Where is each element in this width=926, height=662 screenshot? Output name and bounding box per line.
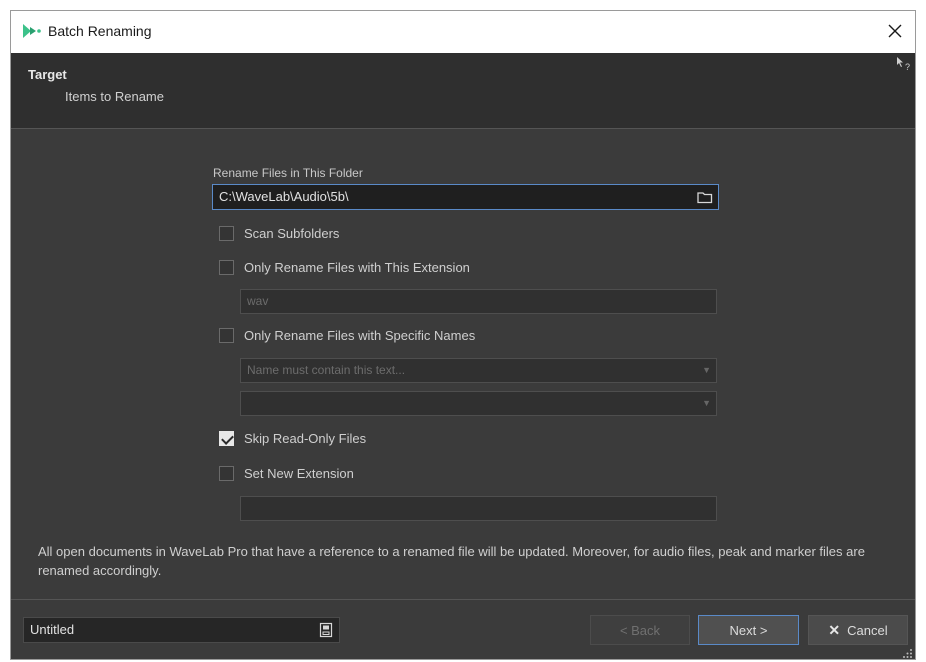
cancel-button[interactable]: ✕ Cancel [808,615,908,645]
page-header: Target Items to Rename ? [11,53,915,129]
resize-grip-icon[interactable] [903,647,913,658]
page-subtitle: Items to Rename [65,89,164,104]
chevron-down-icon: ▼ [702,365,711,375]
scan-subfolders-label: Scan Subfolders [244,226,340,241]
page-title: Target [28,67,67,82]
preset-name-input[interactable]: Untitled [23,617,340,643]
help-pointer-icon[interactable]: ? [895,56,913,72]
skip-readonly-label: Skip Read-Only Files [244,431,367,446]
title-bar: Batch Renaming [11,11,915,53]
only-specific-names-label: Only Rename Files with Specific Names [244,328,476,343]
window-title: Batch Renaming [48,23,152,39]
folder-label: Rename Files in This Folder [213,166,363,180]
only-specific-names-checkbox[interactable]: Only Rename Files with Specific Names [219,328,475,343]
name-filter-dropdown[interactable]: Name must contain this text... ▼ [240,358,717,383]
name-filter-placeholder: Name must contain this text... [247,363,406,377]
scan-subfolders-box[interactable] [219,226,234,241]
chevron-down-icon: ▼ [702,398,711,408]
cancel-button-label: Cancel [847,622,888,638]
new-extension-input[interactable] [240,496,717,521]
set-new-extension-label: Set New Extension [244,466,354,481]
wavelab-app-icon [22,22,42,40]
only-extension-checkbox[interactable]: Only Rename Files with This Extension [219,260,470,275]
second-filter-dropdown[interactable]: ▼ [240,391,717,416]
skip-readonly-checkbox[interactable]: Skip Read-Only Files [219,431,366,446]
only-specific-names-box[interactable] [219,328,234,343]
info-text: All open documents in WaveLab Pro that h… [38,544,865,578]
set-new-extension-checkbox[interactable]: Set New Extension [219,466,354,481]
svg-text:?: ? [905,62,910,72]
next-button-label: Next > [729,622,768,638]
preset-save-icon[interactable] [319,622,333,638]
folder-icon[interactable] [697,190,713,204]
close-icon[interactable] [879,15,911,47]
batch-renaming-dialog: Batch Renaming Target Items to Rename ? … [10,10,916,660]
folder-path-input[interactable]: C:\WaveLab\Audio\5b\ [212,184,719,210]
skip-readonly-box[interactable] [219,431,234,446]
set-new-extension-box[interactable] [219,466,234,481]
extension-input[interactable]: wav [240,289,717,314]
next-button[interactable]: Next > [698,615,799,645]
scan-subfolders-checkbox[interactable]: Scan Subfolders [219,226,339,241]
x-icon: ✕ [828,621,841,638]
back-button[interactable]: < Back [590,615,690,645]
back-button-label: < Back [619,622,661,638]
only-extension-box[interactable] [219,260,234,275]
only-extension-label: Only Rename Files with This Extension [244,260,470,275]
